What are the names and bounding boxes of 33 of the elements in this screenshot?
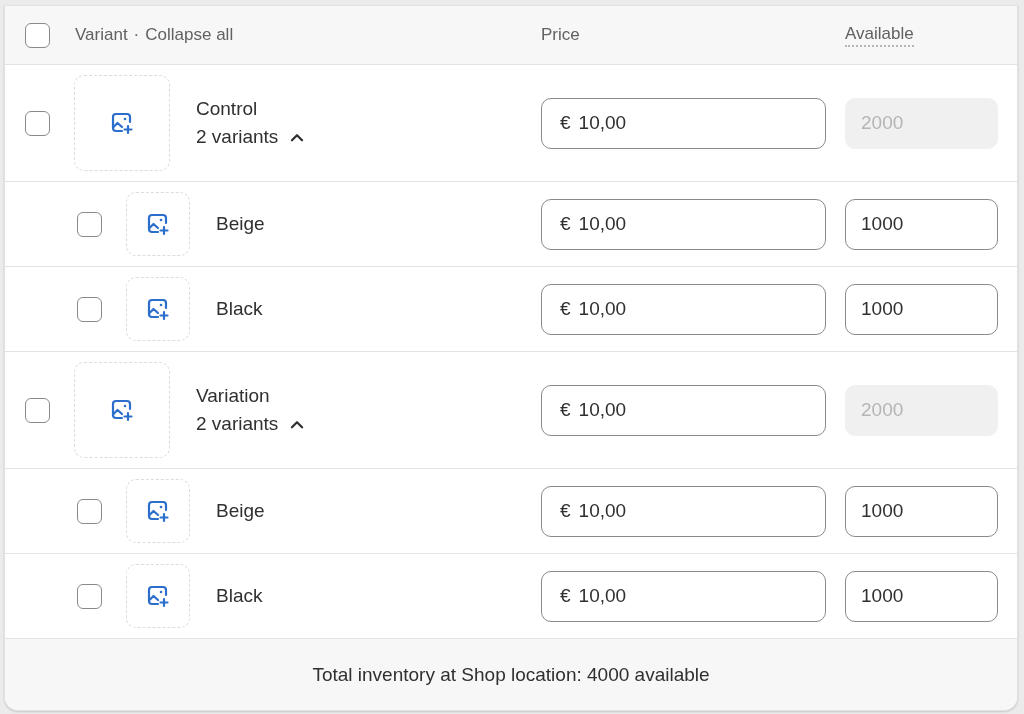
variant-name: Black [216, 585, 263, 607]
currency-symbol: € [560, 500, 571, 522]
collapse-all-link[interactable]: Collapse all [145, 25, 234, 45]
column-header: Price [541, 25, 581, 45]
inventory-total-text: Total inventory at Shop location: 4000 available [5, 639, 1017, 710]
image-upload-button[interactable] [126, 192, 190, 256]
image-add-icon [110, 398, 134, 422]
column-header: Variant [75, 25, 128, 45]
separator-dot: · [133, 25, 140, 45]
image-add-icon [110, 111, 134, 135]
image-add-icon [146, 499, 170, 523]
image-upload-button[interactable] [126, 479, 190, 543]
currency-symbol: € [560, 213, 571, 235]
available-field: 2000 [845, 384, 998, 436]
currency-symbol: € [560, 399, 571, 421]
image-add-icon [146, 297, 170, 321]
image-add-icon [146, 212, 170, 236]
variant-name: Beige [216, 500, 265, 522]
image-add-icon [146, 584, 170, 608]
variant-name: Variation [196, 385, 271, 407]
currency-symbol: € [560, 112, 571, 134]
currency-symbol: € [560, 298, 571, 320]
image-upload-button[interactable] [126, 564, 190, 628]
available-field: 2000 [845, 97, 998, 149]
column-header: Available [845, 23, 914, 47]
variant-name: Black [216, 298, 263, 320]
currency-symbol: € [560, 585, 571, 607]
variant-name: Control [196, 98, 259, 120]
image-upload-button[interactable] [126, 277, 190, 341]
caret-icon [290, 132, 305, 142]
caret-icon [290, 419, 305, 429]
variant-name: Beige [216, 213, 265, 235]
checkbox[interactable] [25, 22, 50, 48]
